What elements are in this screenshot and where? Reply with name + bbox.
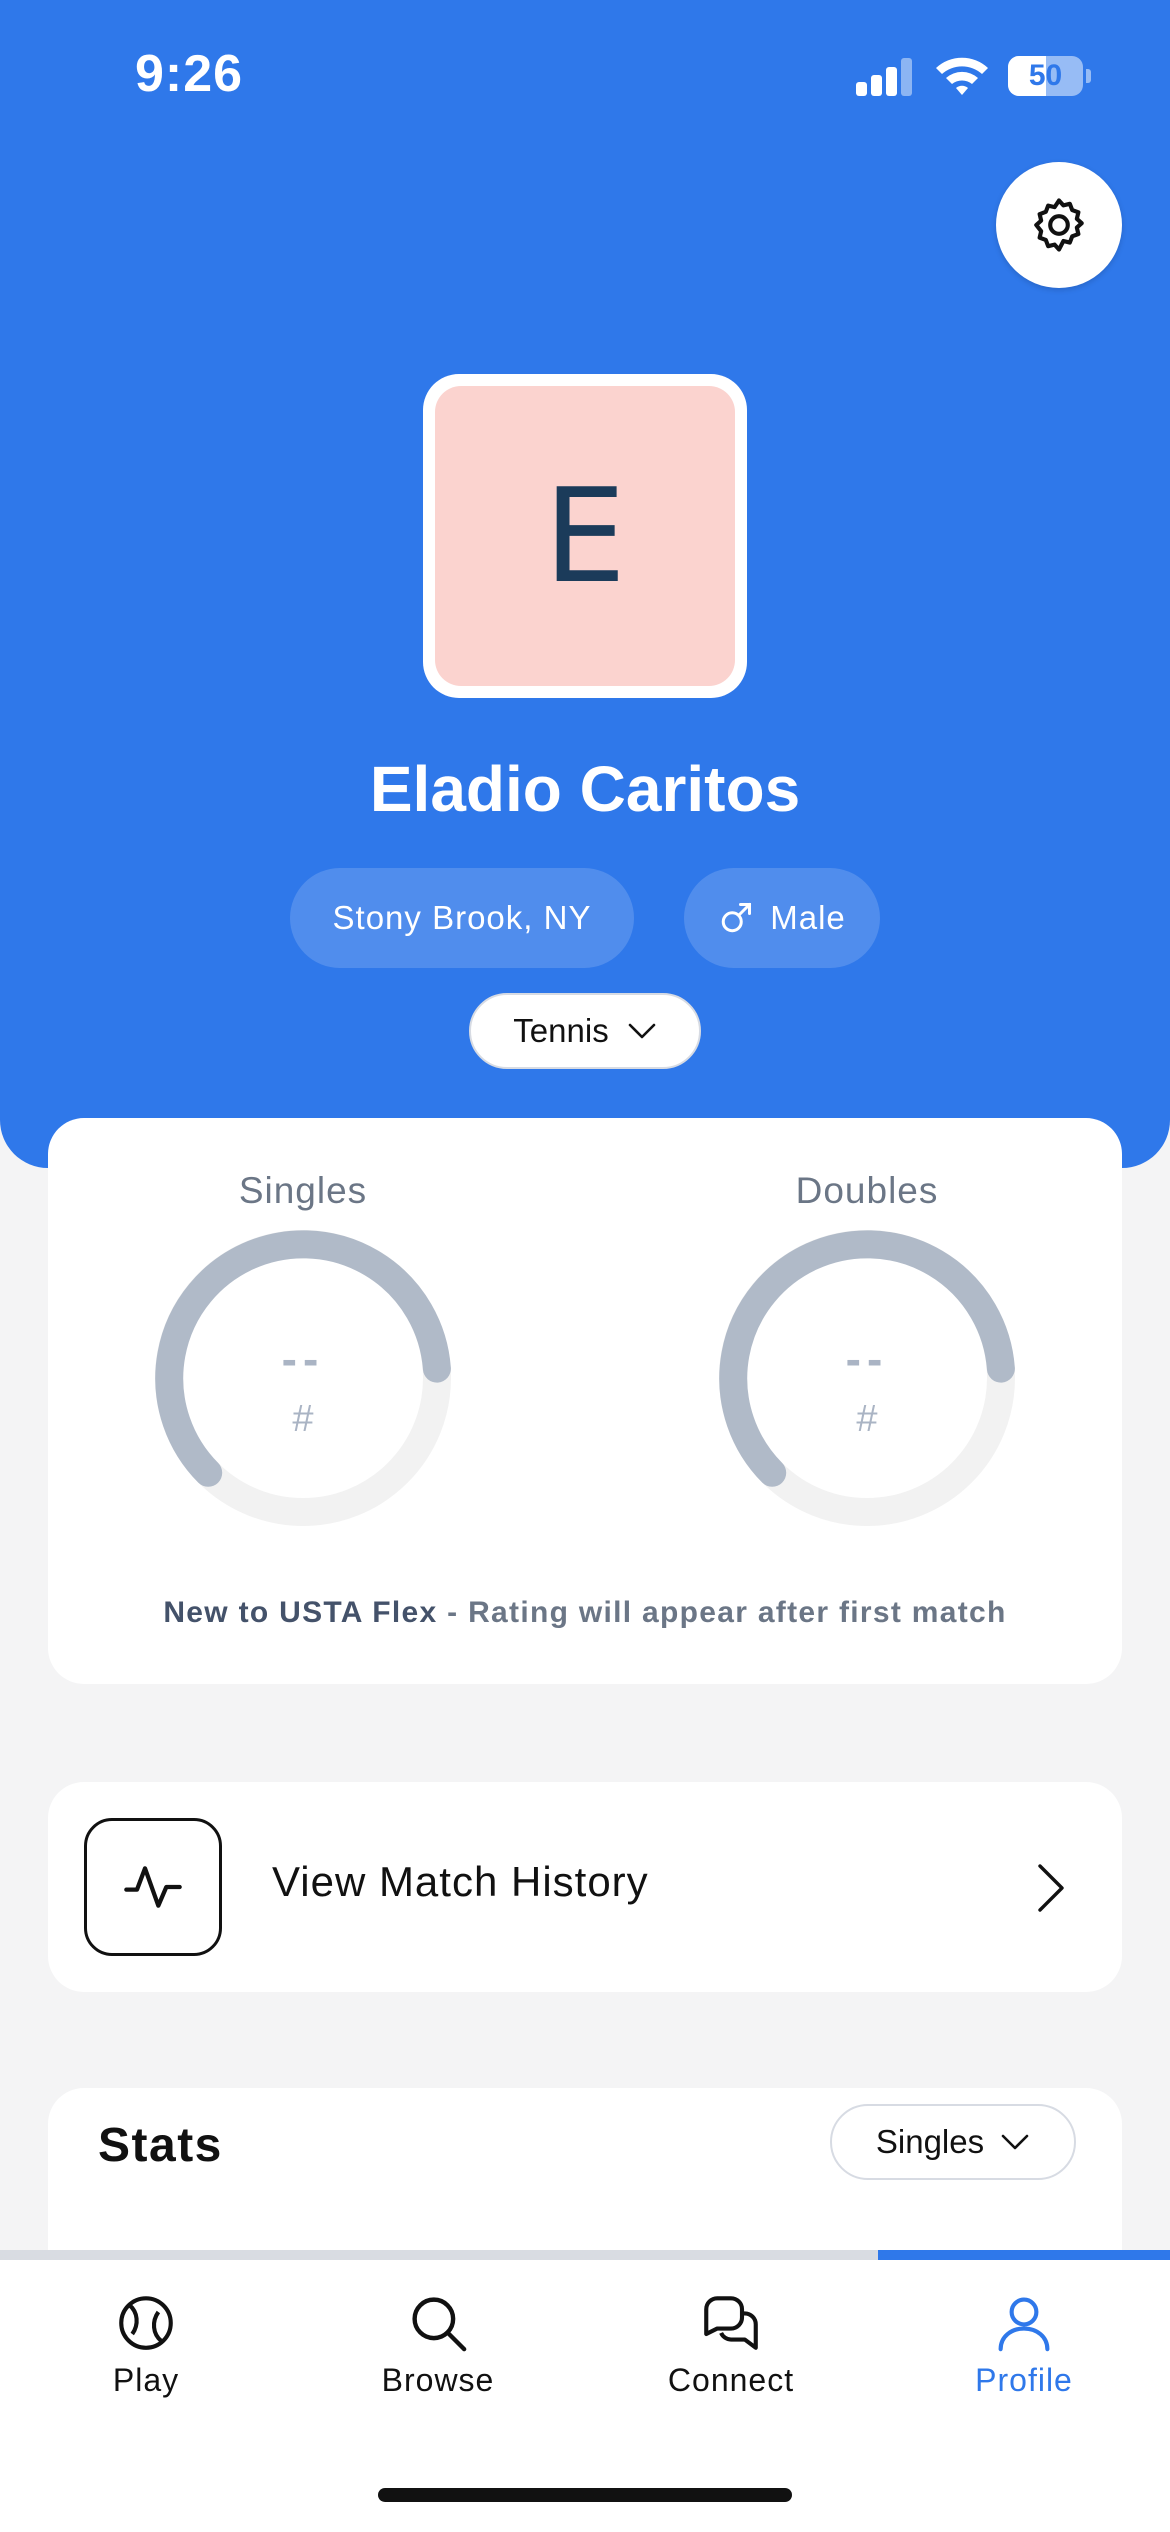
chat-icon (704, 2296, 758, 2350)
gender-label: Male (770, 899, 846, 936)
tab-play[interactable]: Play (0, 2290, 292, 2410)
profile-icon (998, 2297, 1050, 2352)
battery-percent: 50 (1028, 59, 1063, 92)
status-time: 9:26 (135, 45, 244, 103)
search-icon (412, 2297, 467, 2352)
tab-browse[interactable]: Browse (292, 2290, 584, 2410)
tennis-ball-icon (119, 2296, 173, 2350)
rating-note-text: - Rating will appear after first match (437, 1596, 1007, 1629)
chevron-down-icon (628, 1023, 655, 1039)
home-indicator (378, 2488, 792, 2502)
doubles-rating-title: Doubles (795, 1170, 939, 1211)
singles-rating-value: -- (281, 1333, 325, 1385)
doubles-rating-value: -- (845, 1333, 889, 1385)
match-history-label: View Match History (272, 1858, 649, 1905)
tab-profile-label: Profile (975, 2362, 1073, 2398)
rating-note: New to USTA Flex - Rating will appear af… (48, 1596, 1122, 1630)
location-badge: Stony Brook, NY (290, 868, 634, 968)
battery-icon: 50 (1008, 56, 1091, 96)
singles-rating: Singles -- # (103, 1118, 503, 1558)
tab-active-indicator (878, 2250, 1170, 2260)
singles-rating-title: Singles (238, 1170, 368, 1211)
stats-title: Stats (98, 2119, 223, 2172)
gear-icon (1034, 198, 1084, 252)
hashtag-icon: # (292, 1398, 314, 1440)
tab-connect-label: Connect (667, 2362, 795, 2398)
avatar-initial: E (435, 386, 735, 686)
avatar[interactable]: E (423, 374, 747, 698)
tab-connect[interactable]: Connect (585, 2290, 877, 2410)
chevron-right-icon (1038, 1864, 1064, 1912)
chevron-down-icon (1001, 2134, 1029, 2150)
doubles-rating-gauge: -- # (717, 1228, 1017, 1528)
singles-rating-gauge: -- # (153, 1228, 453, 1528)
doubles-rating: Doubles -- # (667, 1118, 1067, 1558)
rating-card: Singles -- # Doubles -- # New to USTA Fl… (48, 1118, 1122, 1684)
hashtag-icon: # (856, 1398, 878, 1440)
stats-filter-label: Singles (875, 2123, 985, 2160)
cellular-signal-icon (856, 58, 914, 96)
location-label: Stony Brook, NY (332, 899, 592, 936)
tab-browse-label: Browse (381, 2362, 495, 2398)
sport-label: Tennis (513, 1012, 609, 1049)
activity-icon (84, 1818, 222, 1956)
sport-dropdown[interactable]: Tennis (469, 993, 701, 1069)
tab-profile[interactable]: Profile (878, 2290, 1170, 2410)
tab-play-label: Play (112, 2362, 180, 2398)
rating-note-bold: New to USTA Flex (163, 1596, 438, 1629)
status-bar: 9:26 50 (0, 0, 1170, 150)
male-symbol-icon (721, 903, 752, 933)
match-history-button[interactable]: View Match History (48, 1782, 1122, 1992)
gender-badge: Male (684, 868, 880, 968)
settings-button[interactable] (996, 162, 1122, 288)
wifi-icon (936, 57, 988, 95)
stats-filter-dropdown[interactable]: Singles (830, 2104, 1076, 2180)
profile-name: Eladio Caritos (369, 753, 801, 825)
